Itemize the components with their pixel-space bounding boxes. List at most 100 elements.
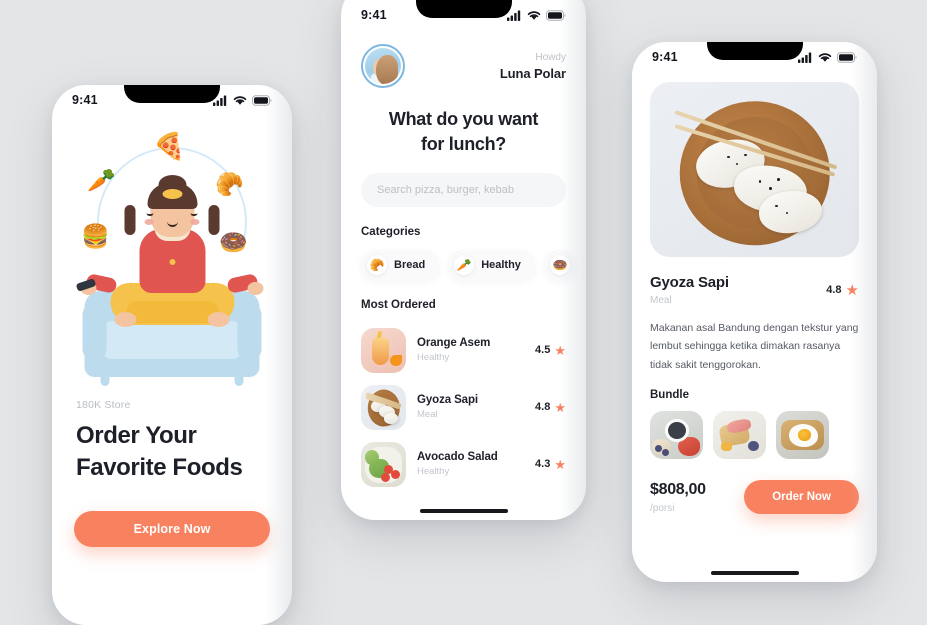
item-name: Avocado Salad bbox=[417, 451, 498, 464]
home-indicator[interactable] bbox=[710, 571, 799, 575]
carrot-icon: 🥕 bbox=[454, 254, 475, 275]
status-time: 9:41 bbox=[72, 93, 98, 107]
bundle-item-granola-bowl[interactable] bbox=[650, 411, 703, 460]
rating-value: 4.3 bbox=[535, 458, 551, 471]
bundle-list bbox=[650, 411, 859, 460]
shirt-button bbox=[169, 259, 175, 265]
home-question: What do you want for lunch? bbox=[361, 107, 566, 157]
gyoza-photo bbox=[361, 384, 406, 430]
detail-description: Makanan asal Bandung dengan tekstur yang… bbox=[650, 322, 859, 371]
onboarding-copy: 180K Store Order Your Favorite Foods bbox=[52, 399, 292, 483]
category-label: Bread bbox=[394, 258, 426, 271]
person-figure bbox=[75, 175, 264, 386]
home-body: Howdy Luna Polar What do you want for lu… bbox=[341, 44, 586, 493]
bundle-item-egg-toast[interactable] bbox=[776, 411, 829, 460]
detail-title-block: Gyoza Sapi Meal bbox=[650, 274, 729, 306]
battery-icon bbox=[837, 51, 857, 63]
detail-body: Gyoza Sapi Meal 4.8 ★ Makanan asal Bandu… bbox=[632, 82, 877, 515]
notch bbox=[124, 85, 220, 103]
couch-arm-left bbox=[82, 303, 107, 361]
search-bar[interactable] bbox=[361, 172, 566, 207]
order-now-button[interactable]: Order Now bbox=[744, 480, 859, 515]
detail-title-row: Gyoza Sapi Meal 4.8 ★ bbox=[650, 274, 859, 306]
categories-list: 🥐 Bread 🥕 Healthy 🍩 bbox=[361, 249, 576, 280]
person-shins bbox=[126, 301, 218, 323]
eye-right bbox=[190, 213, 198, 216]
cheek-left bbox=[144, 219, 154, 225]
category-chip-healthy[interactable]: 🥕 Healthy bbox=[448, 249, 535, 280]
bundle-item-toast-platter[interactable] bbox=[713, 411, 766, 460]
phone-home: 9:41 Howdy Luna Polar What do you want f… bbox=[341, 0, 586, 520]
home-indicator[interactable] bbox=[419, 509, 508, 513]
profile-row: Howdy Luna Polar bbox=[361, 44, 566, 88]
gyoza-bowl-photo bbox=[650, 82, 859, 257]
couch-leg-left bbox=[100, 373, 110, 386]
avocado-salad-photo bbox=[361, 441, 406, 487]
category-chip-bread[interactable]: 🥐 Bread bbox=[361, 249, 440, 280]
home-question-line1: What do you want bbox=[388, 109, 539, 129]
hair-bow bbox=[162, 189, 182, 199]
categories-title: Categories bbox=[361, 225, 421, 238]
rating-value: 4.5 bbox=[535, 344, 551, 357]
couch-arm-right bbox=[237, 303, 262, 361]
person-foot-left bbox=[114, 312, 137, 327]
store-label: 180K Store bbox=[76, 399, 131, 411]
category-chip-donut[interactable]: 🍩 bbox=[543, 249, 576, 280]
greeting-block: Howdy Luna Polar bbox=[500, 52, 566, 81]
item-category: Healthy bbox=[417, 352, 450, 364]
star-icon: ★ bbox=[554, 399, 566, 415]
phone-onboarding: 9:41 🍕 🥕 🥐 🍔 🍩 180K Store Order Your Fav… bbox=[52, 85, 292, 625]
status-icons bbox=[798, 51, 857, 63]
rating-value: 4.8 bbox=[826, 284, 842, 296]
cheek-right bbox=[190, 219, 200, 225]
price: $808,00 bbox=[650, 480, 706, 498]
rating-value: 4.8 bbox=[535, 401, 551, 414]
pizza-icon: 🍕 bbox=[153, 131, 186, 161]
status-icons bbox=[213, 94, 272, 106]
list-item-text: Gyoza Sapi Meal bbox=[417, 394, 524, 420]
croissant-icon: 🥐 bbox=[367, 254, 387, 275]
rating: 4.5 ★ bbox=[535, 344, 566, 357]
item-name: Gyoza Sapi bbox=[417, 394, 478, 407]
list-item-text: Orange Asem Healthy bbox=[417, 337, 524, 363]
wifi-icon bbox=[527, 10, 541, 20]
battery-icon bbox=[546, 9, 566, 21]
star-icon: ★ bbox=[554, 342, 566, 358]
list-item[interactable]: Orange Asem Healthy 4.5 ★ bbox=[361, 322, 566, 379]
donut-icon: 🍩 bbox=[549, 254, 570, 275]
list-item[interactable]: Gyoza Sapi Meal 4.8 ★ bbox=[361, 379, 566, 436]
hair-side-left bbox=[124, 205, 136, 235]
list-item[interactable]: Avocado Salad Healthy 4.3 ★ bbox=[361, 436, 566, 493]
status-time: 9:41 bbox=[361, 8, 387, 22]
phone-detail: 9:41 Gyoza Sapi Meal 4.8 ★ Makanan asal … bbox=[632, 42, 877, 582]
rating: 4.3 ★ bbox=[535, 458, 566, 471]
item-category: Healthy bbox=[417, 466, 450, 478]
star-icon: ★ bbox=[845, 281, 859, 299]
explore-now-button[interactable]: Explore Now bbox=[74, 511, 270, 548]
orange-drink-photo bbox=[361, 327, 406, 373]
most-ordered-list: Orange Asem Healthy 4.5 ★ Gyoza Sapi Mea… bbox=[361, 322, 566, 493]
home-question-line2: for lunch? bbox=[421, 133, 506, 154]
avatar-hair bbox=[376, 55, 398, 84]
user-name: Luna Polar bbox=[499, 65, 566, 81]
star-icon: ★ bbox=[554, 456, 566, 472]
onboarding-body: 🍕 🥕 🥐 🍔 🍩 180K Store Order Your Favorite… bbox=[52, 85, 292, 625]
price-block: $808,00 /porsi bbox=[650, 481, 706, 514]
person-hand-right bbox=[247, 282, 264, 295]
bundle-title: Bundle bbox=[650, 389, 689, 402]
page-title: Order Your Favorite Foods bbox=[76, 420, 268, 483]
item-name: Orange Asem bbox=[417, 337, 491, 350]
status-icons bbox=[507, 9, 566, 21]
search-input[interactable] bbox=[377, 183, 550, 196]
page-title: Gyoza Sapi bbox=[650, 274, 729, 291]
page-title-line2: Favorite Foods bbox=[76, 453, 243, 481]
purchase-row: $808,00 /porsi Order Now bbox=[650, 480, 859, 515]
wifi-icon bbox=[818, 52, 832, 62]
user-avatar[interactable] bbox=[361, 44, 405, 88]
cellular-icon bbox=[798, 52, 812, 63]
hair-side-right bbox=[208, 205, 220, 235]
mockup-stage: 9:41 🍕 🥕 🥐 🍔 🍩 180K Store Order Your Fav… bbox=[0, 0, 927, 625]
rating: 4.8 ★ bbox=[535, 401, 566, 414]
battery-icon bbox=[252, 94, 272, 106]
item-category: Meal bbox=[417, 409, 438, 421]
